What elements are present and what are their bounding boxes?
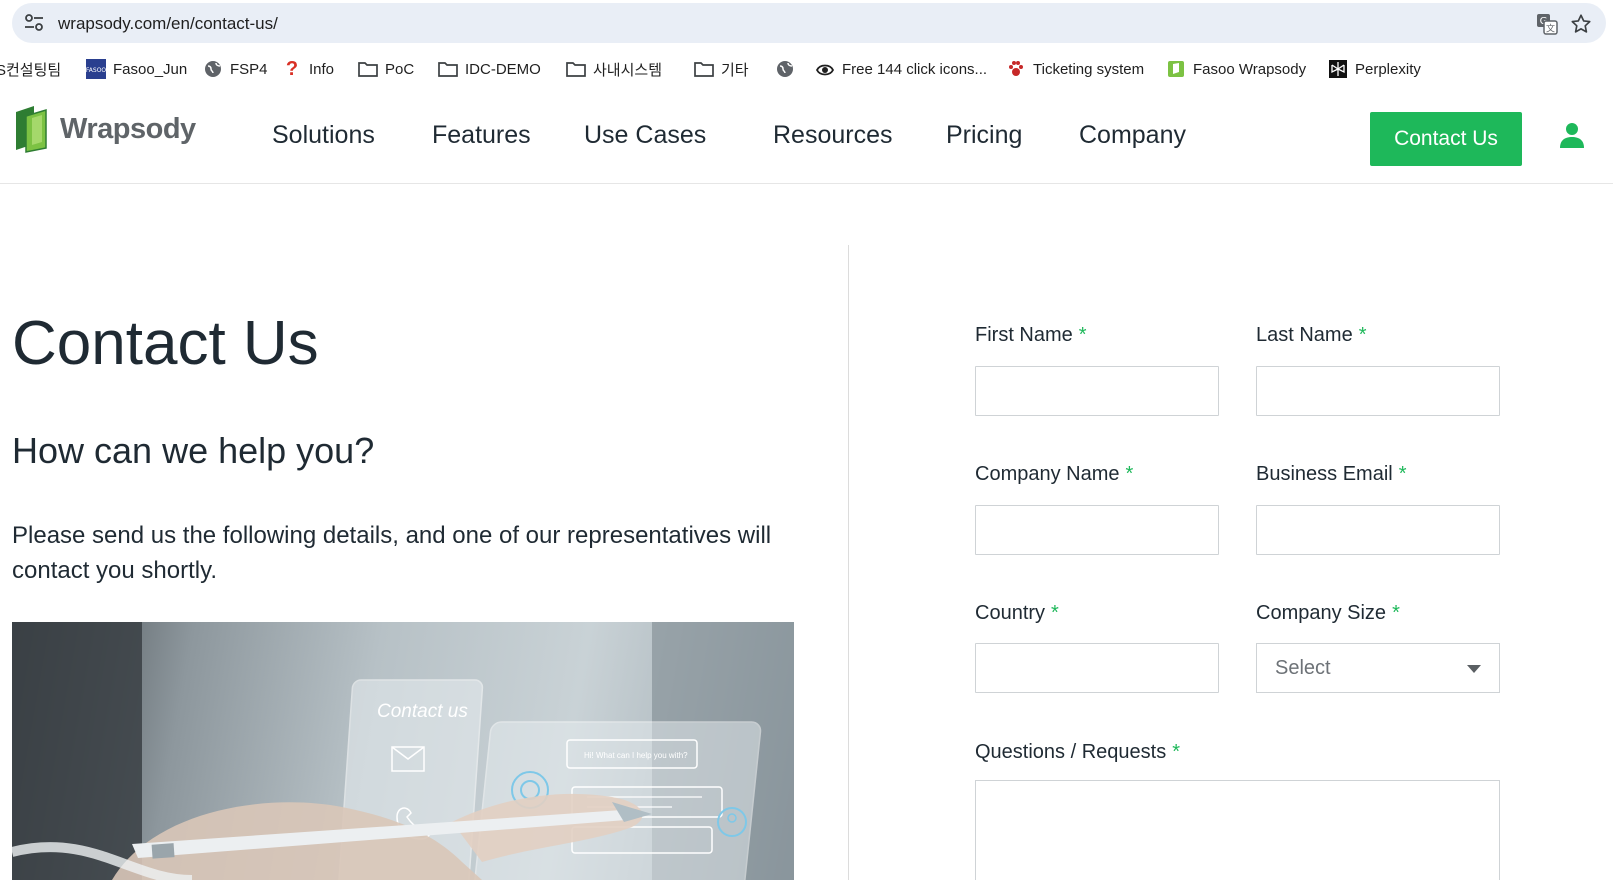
required-mark: * [1051, 602, 1059, 624]
company-name-input[interactable] [975, 505, 1219, 555]
nav-resources[interactable]: Resources [773, 121, 893, 150]
bookmark-item[interactable]: PoC [358, 59, 414, 79]
nav-features[interactable]: Features [432, 121, 531, 150]
bookmark-item[interactable]: ? Info [282, 57, 334, 80]
paw-icon [1006, 59, 1026, 79]
globe-icon [203, 59, 223, 79]
bookmark-item[interactable]: IDC-DEMO [438, 59, 541, 79]
page-subtitle: How can we help you? [12, 430, 375, 471]
company-size-selected: Select [1275, 656, 1331, 679]
bookmark-item[interactable]: 사내시스템 [566, 59, 662, 79]
perplexity-icon [1328, 59, 1348, 79]
bookmark-item[interactable]: Fasoo Wrapsody [1166, 59, 1306, 79]
first-name-input[interactable] [975, 366, 1219, 416]
company-size-select[interactable]: Select [1256, 643, 1500, 693]
question-icon: ? [285, 57, 299, 80]
required-mark: * [1392, 602, 1400, 624]
nav-pricing[interactable]: Pricing [946, 121, 1022, 150]
site-header: Wrapsody Solutions Features Use Cases Re… [0, 90, 1613, 184]
bookmark-item[interactable] [775, 59, 802, 79]
folder-icon [438, 59, 458, 79]
country-label: Country * [975, 602, 1059, 624]
page-title: Contact Us [12, 309, 319, 378]
business-email-label: Business Email * [1256, 463, 1407, 485]
required-mark: * [1358, 324, 1367, 346]
folder-icon [566, 59, 586, 79]
folder-icon [694, 59, 714, 79]
folder-icon [358, 59, 378, 79]
nav-use-cases[interactable]: Use Cases [584, 121, 706, 150]
url-text[interactable]: wrapsody.com/en/contact-us/ [58, 14, 278, 34]
address-bar[interactable]: wrapsody.com/en/contact-us/ G 文 [12, 3, 1606, 43]
company-size-label: Company Size * [1256, 602, 1400, 624]
bookmark-item[interactable]: Ticketing system [1006, 59, 1144, 79]
hero-illustration: Contact us Hi! What can I help you with? [12, 622, 794, 880]
bookmark-item[interactable]: FASOO Fasoo_Jun [86, 59, 187, 79]
nav-solutions[interactable]: Solutions [272, 121, 375, 150]
bookmarks-bar: S컨설팅팀 FASOO Fasoo_Jun FSP4 ? Info PoC ID… [0, 46, 1613, 90]
hero-chat-text: Hi! What can I help you with? [584, 751, 688, 760]
hero-image: Contact us Hi! What can I help you with? [12, 622, 794, 880]
hero-card-title: Contact us [377, 701, 468, 722]
tune-icon[interactable] [24, 14, 44, 32]
fasoo-icon: FASOO [86, 59, 106, 79]
nav-company[interactable]: Company [1079, 121, 1186, 150]
questions-label: Questions / Requests * [975, 741, 1181, 763]
wrapsody-logo[interactable]: Wrapsody [12, 104, 196, 154]
business-email-input[interactable] [1256, 505, 1500, 555]
svg-text:文: 文 [1546, 23, 1555, 35]
eye-icon [815, 59, 835, 79]
country-input[interactable] [975, 643, 1219, 693]
user-icon[interactable] [1560, 122, 1584, 148]
last-name-label: Last Name * [1256, 324, 1367, 346]
questions-textarea[interactable] [975, 780, 1500, 880]
bookmark-item[interactable]: Perplexity [1328, 59, 1421, 79]
last-name-input[interactable] [1256, 366, 1500, 416]
contact-us-button[interactable]: Contact Us [1370, 112, 1522, 166]
bookmark-item[interactable]: Free 144 click icons... [815, 59, 987, 79]
bookmark-item[interactable]: S컨설팅팀 [0, 59, 61, 79]
logo-text: Wrapsody [60, 112, 196, 145]
chevron-down-icon [1467, 665, 1481, 673]
required-mark: * [1398, 463, 1407, 485]
star-icon[interactable] [1570, 13, 1592, 35]
intro-text: Please send us the following details, an… [12, 522, 772, 584]
globe-icon [775, 59, 795, 79]
required-mark: * [1078, 324, 1087, 346]
svg-text:FASOO: FASOO [86, 67, 106, 74]
bookmark-item[interactable]: FSP4 [203, 59, 268, 79]
bookmark-item[interactable]: 기타 [694, 59, 749, 79]
column-divider [848, 245, 849, 880]
required-mark: * [1172, 741, 1181, 763]
required-mark: * [1125, 463, 1134, 485]
translate-icon[interactable]: G 文 [1536, 13, 1558, 35]
first-name-label: First Name * [975, 324, 1087, 346]
wrapsody-icon [1166, 59, 1186, 79]
wrapsody-logo-icon [16, 106, 47, 153]
browser-toolbar: wrapsody.com/en/contact-us/ G 文 [0, 0, 1613, 46]
company-name-label: Company Name * [975, 463, 1134, 485]
